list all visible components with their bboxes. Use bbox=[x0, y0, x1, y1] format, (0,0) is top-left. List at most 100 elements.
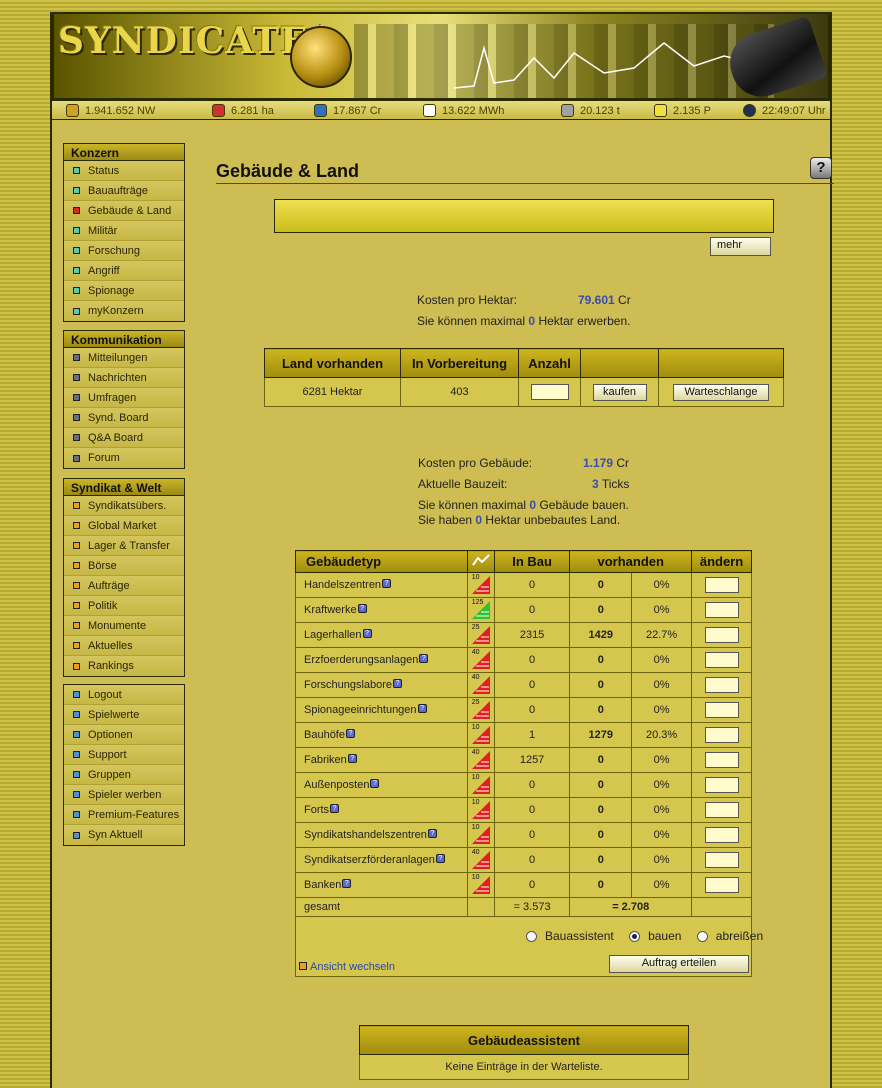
toggle-view-link[interactable]: Ansicht wechseln bbox=[299, 961, 395, 973]
sidebar-item-syndikats-bers-[interactable]: Syndikatsübers. bbox=[64, 496, 184, 516]
land-col-header: Anzahl bbox=[518, 348, 581, 378]
change-amount-input[interactable] bbox=[704, 727, 739, 743]
sidebar-item-nachrichten[interactable]: Nachrichten bbox=[64, 368, 184, 388]
menu-bullet-icon bbox=[73, 691, 80, 698]
sidebar-item-monumente[interactable]: Monumente bbox=[64, 616, 184, 636]
sidebar-item-logout[interactable]: Logout bbox=[64, 685, 184, 705]
radio-bauen[interactable] bbox=[629, 931, 641, 943]
sidebar-item-bauauftr-ge[interactable]: Bauaufträge bbox=[64, 181, 184, 201]
sidebar-item-umfragen[interactable]: Umfragen bbox=[64, 388, 184, 408]
sidebar-item-spieler-werben[interactable]: Spieler werben bbox=[64, 785, 184, 805]
change-amount-input[interactable] bbox=[704, 852, 739, 868]
sidebar-item-label: Rankings bbox=[88, 660, 134, 672]
sidebar-item-support[interactable]: Support bbox=[64, 745, 184, 765]
sidebar-item-spionage[interactable]: Spionage bbox=[64, 281, 184, 301]
existing-percent: 22.7% bbox=[631, 622, 693, 648]
change-amount-input[interactable] bbox=[704, 827, 739, 843]
change-amount-input[interactable] bbox=[704, 577, 739, 593]
sidebar-item-label: Mitteilungen bbox=[88, 351, 148, 364]
radio-abreissen[interactable] bbox=[696, 931, 708, 943]
building-name: Außenposten bbox=[304, 779, 370, 791]
in-construction-count: 0 bbox=[493, 797, 571, 823]
game-banner: SYNDICATE$ bbox=[52, 12, 830, 100]
sidebar-item-status[interactable]: Status bbox=[64, 161, 184, 181]
info-icon[interactable]: ? bbox=[342, 879, 352, 888]
more-button[interactable]: mehr bbox=[710, 237, 771, 256]
sidebar-item-mitteilungen[interactable]: Mitteilungen bbox=[64, 348, 184, 368]
table-row: Forts? 10 0 0 0% bbox=[295, 797, 752, 823]
change-amount-input[interactable] bbox=[704, 702, 739, 718]
trend-up-icon: 125 bbox=[471, 599, 490, 619]
info-icon[interactable]: ? bbox=[393, 679, 403, 688]
change-amount-input[interactable] bbox=[704, 627, 739, 643]
trend-down-icon: 10 bbox=[471, 874, 490, 894]
sidebar-item-optionen[interactable]: Optionen bbox=[64, 725, 184, 745]
info-icon[interactable]: ? bbox=[347, 754, 357, 763]
info-icon[interactable]: ? bbox=[370, 779, 380, 788]
existing-count: 0 bbox=[569, 872, 633, 898]
networth-icon bbox=[66, 104, 79, 117]
change-amount-input[interactable] bbox=[704, 602, 739, 618]
change-amount-input[interactable] bbox=[704, 677, 739, 693]
sidebar-item-global-market[interactable]: Global Market bbox=[64, 516, 184, 536]
land-amount-input[interactable] bbox=[530, 384, 569, 400]
info-icon[interactable]: ? bbox=[357, 604, 367, 613]
info-icon[interactable]: ? bbox=[435, 854, 445, 863]
change-amount-input[interactable] bbox=[704, 802, 739, 818]
trend-down-icon: 40 bbox=[471, 674, 490, 694]
sidebar-item-label: Politik bbox=[88, 599, 118, 612]
sidebar-item-geb-ude-land[interactable]: Gebäude & Land bbox=[64, 201, 184, 221]
table-row: Lagerhallen? 25 2315 1429 22.7% bbox=[295, 622, 752, 648]
sidebar-item-auftr-ge[interactable]: Aufträge bbox=[64, 576, 184, 596]
info-icon[interactable]: ? bbox=[330, 804, 340, 813]
col-trend bbox=[466, 550, 495, 573]
mode-options: Bauassistent bauen abreißen bbox=[526, 929, 763, 943]
page-title: Gebäude & Land bbox=[216, 161, 834, 184]
trend-level: 125 bbox=[471, 599, 484, 606]
sidebar-item-b-rse[interactable]: Börse bbox=[64, 556, 184, 576]
in-construction-count: 0 bbox=[493, 847, 571, 873]
sidebar-item-syn-aktuell[interactable]: Syn Aktuell bbox=[64, 825, 184, 845]
sidebar-item-mykonzern[interactable]: myKonzern bbox=[64, 301, 184, 321]
menu-bullet-icon bbox=[73, 414, 80, 421]
submit-order-button[interactable]: Auftrag erteilen bbox=[609, 955, 749, 973]
info-icon[interactable]: ? bbox=[417, 704, 427, 713]
menu-bullet-icon bbox=[73, 731, 80, 738]
existing-count: 0 bbox=[569, 597, 633, 623]
sidebar-item-synd-board[interactable]: Synd. Board bbox=[64, 408, 184, 428]
col-building-type: Gebäudetyp bbox=[295, 550, 468, 573]
change-amount-input[interactable] bbox=[704, 877, 739, 893]
menu-bullet-icon bbox=[73, 751, 80, 758]
sidebar-item-label: Angriff bbox=[88, 264, 120, 277]
change-amount-input[interactable] bbox=[704, 777, 739, 793]
sidebar-item-premium-features[interactable]: Premium-Features bbox=[64, 805, 184, 825]
sidebar-item-spielwerte[interactable]: Spielwerte bbox=[64, 705, 184, 725]
sidebar-item-rankings[interactable]: Rankings bbox=[64, 656, 184, 676]
sidebar-item-lager-transfer[interactable]: Lager & Transfer bbox=[64, 536, 184, 556]
sidebar-item-aktuelles[interactable]: Aktuelles bbox=[64, 636, 184, 656]
trend-level: 10 bbox=[471, 574, 480, 581]
sidebar-item-forum[interactable]: Forum bbox=[64, 448, 184, 468]
info-icon[interactable]: ? bbox=[345, 729, 355, 738]
sidebar-item-label: Gruppen bbox=[88, 768, 131, 781]
sidebar-item-politik[interactable]: Politik bbox=[64, 596, 184, 616]
queue-button[interactable]: Warteschlange bbox=[673, 383, 769, 401]
building-name: Banken bbox=[304, 879, 342, 891]
sidebar-item-forschung[interactable]: Forschung bbox=[64, 241, 184, 261]
buy-land-button[interactable]: kaufen bbox=[592, 383, 647, 401]
menu-bullet-icon bbox=[73, 227, 80, 234]
info-icon[interactable]: ? bbox=[382, 579, 392, 588]
info-icon[interactable]: ? bbox=[362, 629, 372, 638]
existing-percent: 0% bbox=[631, 647, 693, 673]
sidebar-item-gruppen[interactable]: Gruppen bbox=[64, 765, 184, 785]
info-icon[interactable]: ? bbox=[427, 829, 437, 838]
change-amount-input[interactable] bbox=[704, 752, 739, 768]
radio-bauassistent[interactable] bbox=[526, 931, 537, 943]
help-icon[interactable]: ? bbox=[810, 157, 832, 179]
info-icon[interactable]: ? bbox=[419, 654, 429, 663]
trend-down-icon: 10 bbox=[471, 824, 490, 844]
change-amount-input[interactable] bbox=[704, 652, 739, 668]
sidebar-item-q-a-board[interactable]: Q&A Board bbox=[64, 428, 184, 448]
sidebar-item-angriff[interactable]: Angriff bbox=[64, 261, 184, 281]
sidebar-item-milit-r[interactable]: Militär bbox=[64, 221, 184, 241]
